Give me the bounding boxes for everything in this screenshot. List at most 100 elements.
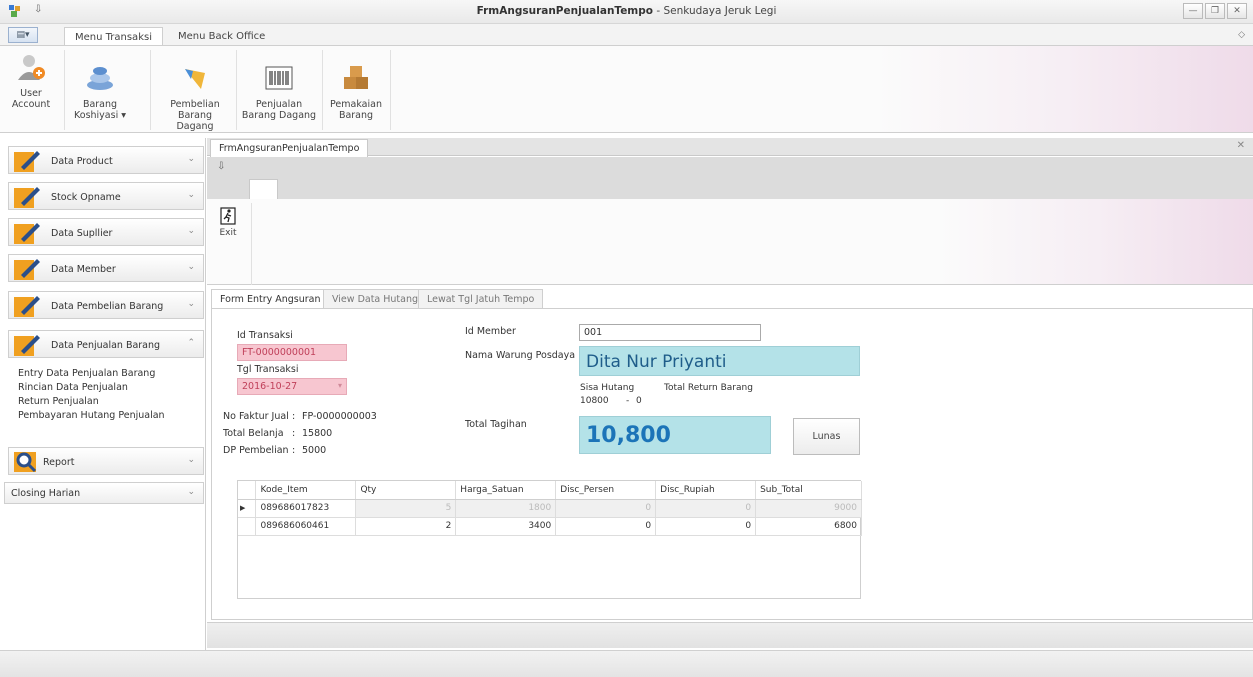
total-belanja-label: Total Belanja <box>223 428 284 439</box>
no-faktur-label: No Faktur Jual <box>223 411 289 422</box>
cell-sub-total[interactable]: 6800 <box>755 517 862 536</box>
nav-group-data-member[interactable]: Data Member ⌄ <box>8 254 204 282</box>
id-member-field[interactable]: 001 <box>579 324 761 341</box>
total-tagihan-field: 10,800 <box>579 416 771 454</box>
box-stack-icon <box>87 67 113 90</box>
document-tab[interactable]: FrmAngsuranPenjualanTempo <box>210 139 369 157</box>
barcode-icon <box>265 66 293 90</box>
cell-disc-rupiah[interactable]: 0 <box>655 517 757 536</box>
nav-item-pembayaran-hutang-penjualan[interactable]: Pembayaran Hutang Penjualan <box>18 410 165 421</box>
boxes-icon <box>344 66 368 89</box>
tgl-transaksi-field[interactable]: 2016-10-27 ▾ <box>237 378 347 395</box>
nama-warung-field[interactable]: Dita Nur Priyanti <box>579 346 860 376</box>
penjualan-barang-dagang-button[interactable]: Penjualan Barang Dagang <box>240 52 318 132</box>
nav-group-data-supllier[interactable]: Data Supllier ⌄ <box>8 218 204 246</box>
row-indicator-header <box>238 481 257 500</box>
edit-icon <box>14 259 40 280</box>
cell-sub-total[interactable]: 9000 <box>755 499 862 518</box>
column-header-disc-persen[interactable]: Disc_Persen <box>555 481 657 500</box>
navigation-sidebar: Data Product ⌄ Stock Opname ⌄ Data Supllie… <box>0 138 206 650</box>
cell-disc-persen[interactable]: 0 <box>555 517 657 536</box>
nav-group-report[interactable]: Report ⌄ <box>8 447 204 475</box>
column-header-disc-rupiah[interactable]: Disc_Rupiah <box>655 481 757 500</box>
items-grid: Kode_Item Qty Harga_Satuan Disc_Persen D… <box>237 480 862 599</box>
magnifier-icon <box>14 452 37 473</box>
barang-koshiyasi-button[interactable]: Barang Koshiyasi ▾ <box>72 52 128 132</box>
document-tabstrip: FrmAngsuranPenjualanTempo ✕ <box>207 138 1253 157</box>
chevron-down-icon: ⌄ <box>187 226 195 236</box>
cell-kode-item[interactable]: 089686017823 <box>255 499 357 518</box>
window-title: FrmAngsuranPenjualanTempo - Senkudaya Je… <box>476 5 777 17</box>
title-bar: ⇩ FrmAngsuranPenjualanTempo - Senkudaya … <box>0 0 1253 24</box>
nav-item-return-penjualan[interactable]: Return Penjualan <box>18 396 99 407</box>
restore-button[interactable]: ❐ <box>1205 3 1225 19</box>
sisa-hutang-label: Sisa Hutang <box>580 383 635 393</box>
inner-ribbon-panel: Exit <box>207 199 1253 285</box>
tab-menu-back-office[interactable]: Menu Back Office <box>168 27 275 46</box>
lunas-button[interactable]: Lunas <box>793 418 860 455</box>
exit-button[interactable]: Exit <box>215 207 241 238</box>
dropdown-arrow-icon[interactable]: ▾ <box>338 381 342 390</box>
inner-ribbon-header: ⇩ <box>207 157 1253 199</box>
pembelian-barang-dagang-button[interactable]: Pembelian Barang Dagang <box>158 52 232 143</box>
row-indicator-icon: ▶ <box>238 499 257 518</box>
cell-kode-item[interactable]: 089686060461 <box>255 517 357 536</box>
minimize-button[interactable]: — <box>1183 3 1203 19</box>
ribbon-panel: User Account Barang Koshiyasi ▾ Pembelia… <box>0 45 1253 133</box>
app-menu-button[interactable]: ▤▾ <box>8 27 38 43</box>
column-header-kode-item[interactable]: Kode_Item <box>255 481 357 500</box>
nav-group-data-penjualan-barang[interactable]: Data Penjualan Barang ⌃ <box>8 330 204 358</box>
cell-harga-satuan[interactable]: 3400 <box>455 517 557 536</box>
chevron-down-icon: ⌄ <box>187 154 195 164</box>
pencil-icon <box>185 69 205 89</box>
chevron-down-icon: ⌄ <box>187 299 195 309</box>
edit-icon <box>14 151 40 172</box>
cell-disc-rupiah[interactable]: 0 <box>655 499 757 518</box>
edit-icon <box>14 187 40 208</box>
ribbon-tabs: ▤▾ Menu Transaksi Menu Back Office ◇ <box>0 24 1253 46</box>
nav-group-stock-opname[interactable]: Stock Opname ⌄ <box>8 182 204 210</box>
tab-form-entry-angsuran[interactable]: Form Entry Angsuran <box>211 289 330 309</box>
nav-group-data-pembelian-barang[interactable]: Data Pembelian Barang ⌄ <box>8 291 204 319</box>
user-account-button[interactable]: User Account <box>4 52 58 110</box>
sisa-hutang-value: 10800 <box>580 396 609 406</box>
tgl-transaksi-label: Tgl Transaksi <box>237 364 299 375</box>
dp-pembelian-label: DP Pembelian <box>223 445 289 456</box>
id-transaksi-field[interactable]: FT-0000000001 <box>237 344 347 361</box>
exit-icon <box>220 207 236 225</box>
nav-item-entry-data-penjualan-barang[interactable]: Entry Data Penjualan Barang <box>18 368 155 379</box>
nama-warung-label: Nama Warung Posdaya <box>465 350 576 361</box>
cell-qty[interactable]: 5 <box>355 499 457 518</box>
cell-harga-satuan[interactable]: 1800 <box>455 499 557 518</box>
cell-disc-persen[interactable]: 0 <box>555 499 657 518</box>
quick-access-dropdown[interactable]: ⇩ <box>217 161 225 172</box>
total-belanja-value: 15800 <box>302 428 333 439</box>
tab-menu-transaksi[interactable]: Menu Transaksi <box>64 27 163 46</box>
tab-lewat-tgl-jatuh-tempo[interactable]: Lewat Tgl Jatuh Tempo <box>418 289 544 309</box>
edit-icon <box>14 335 40 356</box>
tab-view-data-hutang[interactable]: View Data Hutang <box>323 289 428 309</box>
ribbon-collapse-icon[interactable]: ◇ <box>1238 30 1245 40</box>
close-document-icon[interactable]: ✕ <box>1237 140 1245 151</box>
cell-qty[interactable]: 2 <box>355 517 457 536</box>
column-header-qty[interactable]: Qty <box>355 481 457 500</box>
user-icon <box>18 55 45 80</box>
nav-item-rincian-data-penjualan[interactable]: Rincian Data Penjualan <box>18 382 128 393</box>
chevron-up-icon: ⌃ <box>187 338 195 348</box>
chevron-down-icon: ⌄ <box>187 487 195 497</box>
close-button[interactable]: ✕ <box>1227 3 1247 19</box>
nav-group-closing-harian[interactable]: Closing Harian ⌄ <box>4 482 204 504</box>
table-row[interactable]: 089686060461 2 3400 0 0 6800 <box>238 517 862 536</box>
chevron-down-icon: ⌄ <box>187 190 195 200</box>
column-header-harga-satuan[interactable]: Harga_Satuan <box>455 481 557 500</box>
nav-group-data-product[interactable]: Data Product ⌄ <box>8 146 204 174</box>
chevron-down-icon: ⌄ <box>187 455 195 465</box>
total-tagihan-label: Total Tagihan <box>465 419 527 430</box>
column-header-sub-total[interactable]: Sub_Total <box>755 481 862 500</box>
inner-ribbon-tab[interactable] <box>249 179 278 199</box>
table-row[interactable]: ▶ 089686017823 5 1800 0 0 9000 <box>238 499 862 518</box>
id-transaksi-label: Id Transaksi <box>237 330 293 341</box>
dp-pembelian-value: 5000 <box>302 445 327 456</box>
status-bar <box>0 650 1253 677</box>
pemakaian-barang-button[interactable]: Pemakaian Barang <box>326 52 386 132</box>
